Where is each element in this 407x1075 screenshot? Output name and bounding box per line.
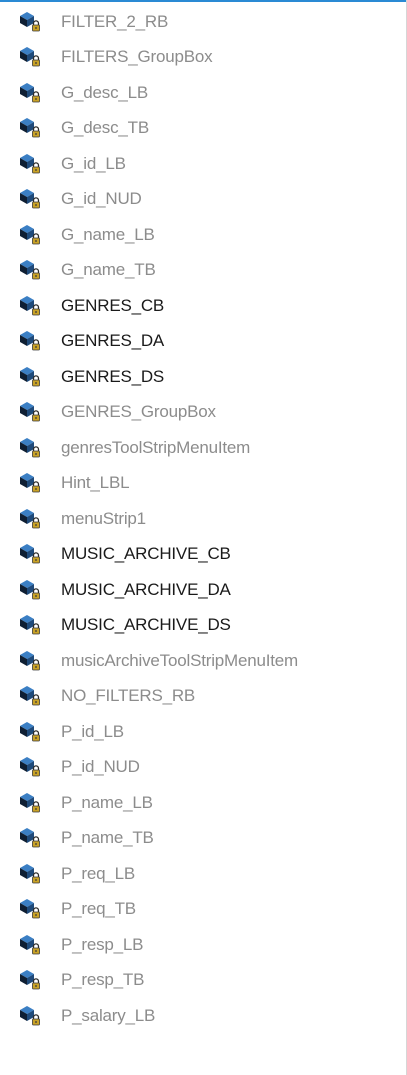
member-item[interactable]: P_resp_TB — [0, 963, 405, 999]
field-with-lock-icon — [20, 1005, 40, 1026]
member-item[interactable]: G_name_LB — [0, 217, 405, 253]
member-item[interactable]: MUSIC_ARCHIVE_DA — [0, 572, 405, 608]
member-label: G_id_LB — [61, 153, 126, 173]
field-with-lock-icon — [20, 970, 40, 990]
member-label: FILTERS_GroupBox — [61, 47, 213, 67]
member-item[interactable]: G_desc_LB — [0, 75, 405, 111]
member-label: GENRES_DS — [61, 366, 165, 386]
member-item[interactable]: MUSIC_ARCHIVE_CB — [0, 537, 405, 573]
member-item[interactable]: GENRES_CB — [0, 288, 405, 324]
member-label: MUSIC_ARCHIVE_CB — [61, 544, 231, 564]
member-label: P_name_LB — [61, 792, 153, 812]
field-with-lock-icon — [20, 260, 40, 280]
field-with-lock-icon — [20, 437, 40, 458]
member-label: GENRES_CB — [61, 295, 165, 315]
field-with-lock-icon — [20, 118, 40, 138]
member-label: G_desc_LB — [61, 82, 149, 102]
member-label: P_id_LB — [61, 721, 124, 741]
member-item[interactable]: GENRES_DA — [0, 324, 405, 360]
member-label: GENRES_DA — [61, 331, 165, 351]
member-item[interactable]: genresToolStripMenuItem — [0, 430, 405, 466]
member-label: Hint_LBL — [61, 473, 130, 493]
member-label: P_req_TB — [61, 899, 136, 919]
member-list: FILTER_2_RB FILTERS_GroupBox G_desc_LB G… — [0, 4, 405, 1034]
member-item[interactable]: FILTERS_GroupBox — [0, 40, 405, 76]
field-with-lock-icon — [20, 47, 40, 67]
member-item[interactable]: P_salary_LB — [0, 998, 405, 1034]
member-label: FILTER_2_RB — [61, 11, 169, 31]
member-label: G_name_TB — [61, 260, 156, 280]
member-item[interactable]: Hint_LBL — [0, 466, 405, 502]
member-item[interactable]: G_id_NUD — [0, 182, 405, 218]
field-with-lock-icon — [20, 331, 40, 351]
member-label: P_name_TB — [61, 828, 154, 848]
member-label: menuStrip1 — [61, 508, 146, 528]
member-label: MUSIC_ARCHIVE_DS — [61, 615, 231, 635]
member-label: G_name_LB — [61, 224, 155, 244]
member-item[interactable]: P_name_LB — [0, 785, 405, 821]
field-with-lock-icon — [20, 579, 40, 600]
member-item[interactable]: P_req_LB — [0, 856, 405, 892]
field-with-lock-icon — [20, 11, 40, 32]
member-item[interactable]: P_req_TB — [0, 892, 405, 928]
member-item[interactable]: P_name_TB — [0, 821, 405, 857]
member-item[interactable]: menuStrip1 — [0, 501, 405, 537]
member-label: P_salary_LB — [61, 1005, 156, 1025]
member-item[interactable]: musicArchiveToolStripMenuItem — [0, 643, 405, 679]
field-with-lock-icon — [20, 295, 40, 316]
field-with-lock-icon — [20, 757, 40, 777]
field-with-lock-icon — [20, 153, 40, 174]
member-label: musicArchiveToolStripMenuItem — [61, 650, 299, 670]
member-item[interactable]: GENRES_DS — [0, 359, 405, 395]
member-label: genresToolStripMenuItem — [61, 437, 251, 457]
field-with-lock-icon — [20, 224, 40, 245]
member-item[interactable]: NO_FILTERS_RB — [0, 679, 405, 715]
field-with-lock-icon — [20, 863, 40, 884]
field-with-lock-icon — [20, 473, 40, 493]
member-label: MUSIC_ARCHIVE_DA — [61, 579, 231, 599]
field-with-lock-icon — [20, 82, 40, 103]
field-with-lock-icon — [20, 366, 40, 387]
field-with-lock-icon — [20, 934, 40, 955]
member-label: P_resp_TB — [61, 970, 145, 990]
field-with-lock-icon — [20, 544, 40, 564]
selection-top-border — [0, 0, 407, 2]
member-item[interactable]: G_desc_TB — [0, 111, 405, 147]
field-with-lock-icon — [20, 508, 40, 529]
member-item[interactable]: P_resp_LB — [0, 927, 405, 963]
field-with-lock-icon — [20, 189, 40, 209]
member-item[interactable]: P_id_NUD — [0, 750, 405, 786]
field-with-lock-icon — [20, 402, 40, 422]
member-item[interactable]: MUSIC_ARCHIVE_DS — [0, 608, 405, 644]
field-with-lock-icon — [20, 650, 40, 671]
member-label: GENRES_GroupBox — [61, 402, 216, 422]
member-item[interactable]: FILTER_2_RB — [0, 4, 405, 40]
member-item[interactable]: G_name_TB — [0, 253, 405, 289]
member-item[interactable]: GENRES_GroupBox — [0, 395, 405, 431]
member-label: G_desc_TB — [61, 118, 149, 138]
field-with-lock-icon — [20, 899, 40, 919]
member-label: P_req_LB — [61, 863, 136, 883]
field-with-lock-icon — [20, 792, 40, 813]
field-with-lock-icon — [20, 721, 40, 742]
member-item[interactable]: P_id_LB — [0, 714, 405, 750]
field-with-lock-icon — [20, 686, 40, 706]
field-with-lock-icon — [20, 615, 40, 635]
member-label: NO_FILTERS_RB — [61, 686, 196, 706]
member-label: P_resp_LB — [61, 934, 144, 954]
member-label: P_id_NUD — [61, 757, 140, 777]
member-item[interactable]: G_id_LB — [0, 146, 405, 182]
member-label: G_id_NUD — [61, 189, 142, 209]
field-with-lock-icon — [20, 828, 40, 848]
